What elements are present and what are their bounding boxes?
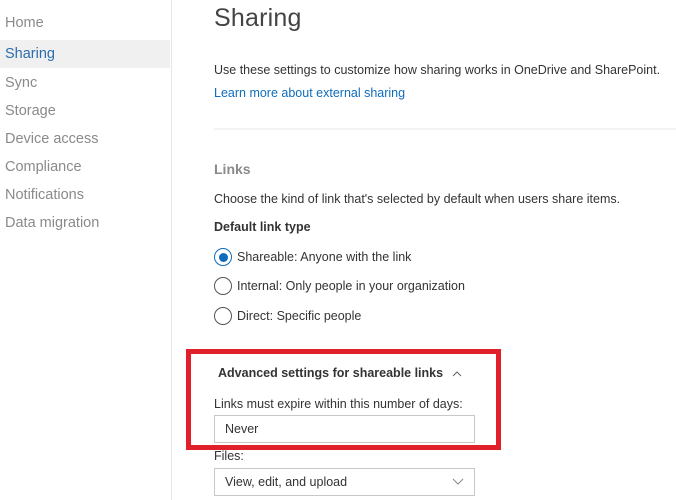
radio-option-internal[interactable]: Internal: Only people in your organizati… [214,276,465,296]
chevron-up-icon [452,371,462,377]
default-link-type-heading: Default link type [214,220,311,234]
sidebar-item-storage[interactable]: Storage [0,97,170,125]
sidebar-item-notifications[interactable]: Notifications [0,181,170,209]
sidebar-item-data-migration[interactable]: Data migration [0,209,170,237]
radio-label: Direct: Specific people [237,309,362,323]
chevron-down-icon [452,478,464,485]
files-permission-label: Files: [214,449,244,463]
intro-text: Use these settings to customize how shar… [214,63,661,77]
sidebar-item-home[interactable]: Home [0,9,170,37]
expire-days-input[interactable] [214,415,475,443]
sidebar-item-device-access[interactable]: Device access [0,125,170,153]
sidebar-item-compliance[interactable]: Compliance [0,153,170,181]
section-divider [214,128,676,130]
advanced-settings-label: Advanced settings for shareable links [218,366,444,380]
links-section-title: Links [214,161,251,177]
radio-button[interactable] [214,277,232,295]
radio-label: Internal: Only people in your organizati… [237,279,465,293]
sidebar-item-sharing[interactable]: Sharing [0,40,170,68]
files-permission-select[interactable]: View, edit, and upload [214,468,475,496]
radio-button-checked[interactable] [214,248,232,266]
sidebar-nav: Home Sharing Sync Storage Device access … [0,0,171,500]
sidebar-item-sync[interactable]: Sync [0,69,170,97]
learn-more-link[interactable]: Learn more about external sharing [214,86,405,100]
sidebar-divider [171,0,172,500]
page-title: Sharing [214,4,302,32]
links-section-description: Choose the kind of link that's selected … [214,192,621,206]
radio-option-direct[interactable]: Direct: Specific people [214,306,361,326]
expire-days-label: Links must expire within this number of … [214,397,463,411]
files-permission-value: View, edit, and upload [225,475,348,489]
radio-option-shareable[interactable]: Shareable: Anyone with the link [214,247,411,267]
radio-label: Shareable: Anyone with the link [237,250,412,264]
radio-button[interactable] [214,307,232,325]
advanced-settings-toggle[interactable]: Advanced settings for shareable links [218,366,462,380]
main-content: Sharing Use these settings to customize … [214,0,676,500]
